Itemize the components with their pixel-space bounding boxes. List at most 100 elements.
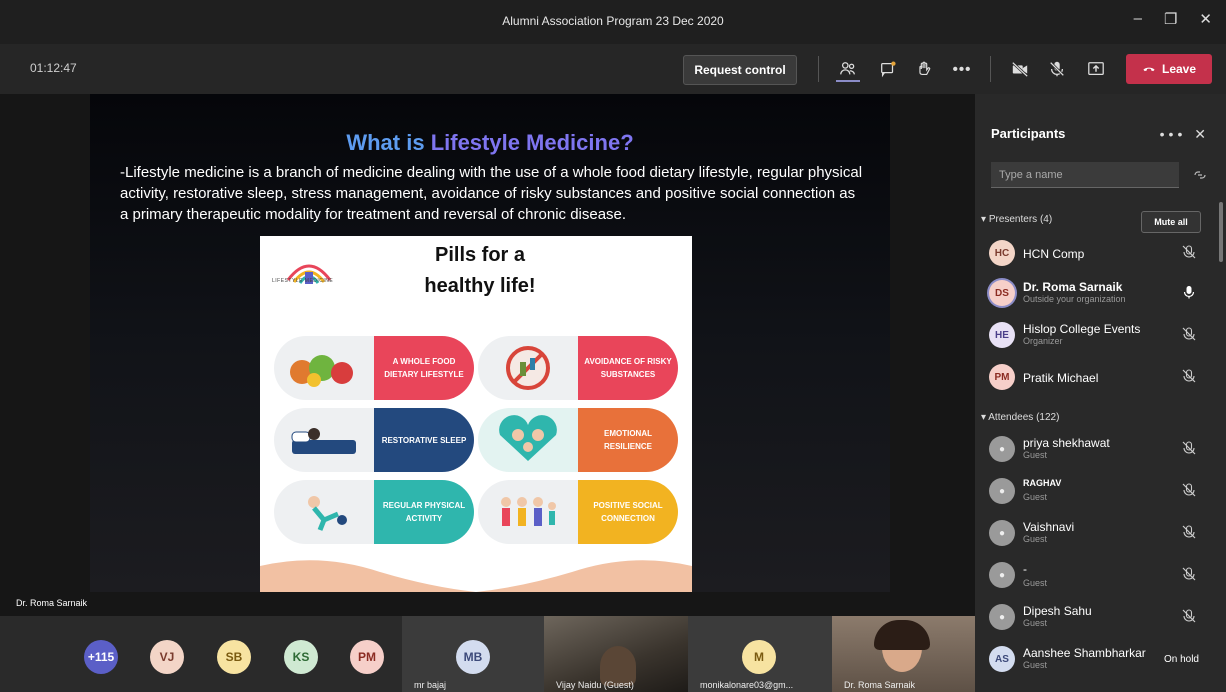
share-invite-icon[interactable] [1193, 168, 1207, 182]
avatar: HC [989, 240, 1015, 266]
participant-name: Dr. Roma Sarnaik [1023, 280, 1123, 294]
on-hold-status: On hold [1163, 654, 1199, 665]
participant-name: priya shekhawat [1023, 436, 1110, 450]
meeting-toolbar: 01:12:47 Request control ••• Leave [0, 44, 1226, 94]
mic-off-icon[interactable] [1181, 440, 1197, 456]
mute-all-button[interactable]: Mute all [1141, 211, 1201, 233]
toolbar-divider [818, 56, 819, 82]
panel-scrollbar[interactable] [1219, 202, 1223, 262]
mic-off-icon[interactable] [1181, 244, 1197, 260]
person-icon: ● [989, 604, 1015, 630]
participants-panel: Participants ••• ✕ ▾ Presenters (4) Mute… [975, 94, 1226, 692]
participant-row[interactable]: ● Vaishnavi Guest [989, 516, 1209, 552]
participant-row[interactable]: ● Dipesh Sahu Guest [989, 600, 1209, 636]
mic-off-icon[interactable] [1181, 368, 1197, 384]
participant-subtitle: Guest [1023, 534, 1048, 544]
video-tile[interactable]: M monikalonare03@gm... [688, 616, 832, 692]
slide-title-suffix: Lifestyle Medicine? [430, 130, 634, 155]
title-bar: Alumni Association Program 23 Dec 2020 –… [0, 0, 1226, 44]
avatar[interactable]: KS [284, 640, 318, 674]
mic-off-icon[interactable] [1181, 524, 1197, 540]
avatar[interactable]: SB [217, 640, 251, 674]
participant-name: Pratik Michael [1023, 371, 1099, 385]
participant-name: Vaishnavi [1023, 520, 1075, 534]
participant-row[interactable]: PM Pratik Michael [989, 360, 1209, 396]
vegetables-illustration [274, 336, 374, 400]
participant-row[interactable]: ● - Guest [989, 558, 1209, 594]
participant-subtitle: Guest [1023, 492, 1048, 502]
leave-button[interactable]: Leave [1126, 54, 1212, 84]
video-tile[interactable]: Vijay Naidu (Guest) [544, 616, 688, 692]
more-icon[interactable]: ••• [950, 58, 974, 80]
logo-text: LIFESTYLE MEDICINE [272, 278, 334, 284]
participant-row[interactable]: HE Hislop College Events Organizer [989, 318, 1209, 354]
participants-icon[interactable] [836, 58, 860, 82]
raise-hand-icon[interactable] [912, 58, 936, 80]
presenters-section[interactable]: ▾ Presenters (4) [981, 214, 1052, 225]
overflow-participants-badge[interactable]: +115 [84, 640, 118, 674]
sleep-illustration [274, 408, 374, 472]
avatar: HE [989, 322, 1015, 348]
participant-row[interactable]: ● priya shekhawat Guest [989, 432, 1209, 468]
presentation-slide: What is Lifestyle Medicine? -Lifestyle m… [90, 94, 890, 592]
pill-resilience: EMOTIONAL RESILIENCE [478, 408, 678, 472]
avatar: M [742, 640, 776, 674]
avatar: DS [989, 280, 1015, 306]
participant-search-input[interactable] [991, 162, 1179, 188]
mic-off-icon[interactable] [1045, 58, 1069, 80]
window-controls: – ❐ ✕ [1134, 10, 1212, 28]
avatar: AS [989, 646, 1015, 672]
avatar[interactable]: PM [350, 640, 384, 674]
participant-name: Aanshee Shambharkar [1023, 646, 1146, 660]
panel-actions: ••• ✕ [1160, 126, 1206, 143]
avatar: PM [989, 364, 1015, 390]
poster-title-line2: healthy life! [424, 275, 536, 297]
panel-title: Participants [991, 126, 1066, 141]
mic-off-icon[interactable] [1181, 566, 1197, 582]
attendees-section[interactable]: ▾ Attendees (122) [981, 412, 1059, 423]
person-icon: ● [989, 436, 1015, 462]
slide-title-prefix: What is [346, 130, 431, 155]
camera-off-icon[interactable] [1008, 58, 1032, 80]
person-icon: ● [989, 520, 1015, 546]
attendees-heading: Attendees (122) [988, 412, 1060, 423]
slide-title: What is Lifestyle Medicine? [90, 130, 890, 156]
avatar[interactable]: VJ [150, 640, 184, 674]
minimize-icon[interactable]: – [1134, 10, 1142, 28]
participant-row[interactable]: HC HCN Comp [989, 236, 1209, 272]
slide-body-text: -Lifestyle medicine is a branch of medic… [120, 164, 863, 223]
participant-row[interactable]: AS Aanshee Shambharkar Guest On hold [989, 642, 1209, 678]
close-icon[interactable]: ✕ [1199, 10, 1212, 28]
participant-subtitle: Outside your organization [1023, 294, 1126, 304]
tile-name: monikalonare03@gm... [700, 680, 794, 690]
family-illustration [478, 408, 578, 472]
share-tray-icon[interactable] [1084, 58, 1108, 80]
pill-avoidance: AVOIDANCE OF RISKY SUBSTANCES [478, 336, 678, 400]
chat-icon[interactable] [876, 58, 900, 80]
meeting-timer: 01:12:47 [30, 61, 77, 75]
request-control-button[interactable]: Request control [683, 55, 797, 85]
more-options-icon[interactable]: ••• [1160, 126, 1187, 142]
restore-icon[interactable]: ❐ [1164, 10, 1177, 28]
pill-sleep: RESTORATIVE SLEEP [274, 408, 474, 472]
window-title: Alumni Association Program 23 Dec 2020 [502, 14, 724, 28]
participant-subtitle: Organizer [1023, 336, 1063, 346]
participant-subtitle: Guest [1023, 578, 1048, 588]
tile-name: mr bajaj [414, 680, 447, 690]
pill-label: A WHOLE FOOD DIETARY LIFESTYLE [374, 336, 474, 400]
participant-row[interactable]: DS Dr. Roma Sarnaik Outside your organiz… [989, 276, 1209, 312]
video-tile[interactable]: MB mr bajaj [402, 616, 544, 692]
leave-label: Leave [1161, 62, 1197, 76]
pill-label: RESTORATIVE SLEEP [374, 408, 474, 472]
mic-on-icon[interactable] [1181, 284, 1197, 300]
mic-off-icon[interactable] [1181, 326, 1197, 342]
mic-off-icon[interactable] [1181, 608, 1197, 624]
poster-title-line1: Pills for a [434, 244, 526, 266]
video-tile[interactable]: Dr. Roma Sarnaik [832, 616, 975, 692]
participant-row[interactable]: ● RAGHAV Guest [989, 474, 1209, 510]
hang-up-icon [1143, 67, 1155, 72]
close-panel-icon[interactable]: ✕ [1194, 126, 1206, 142]
toolbar-divider [990, 56, 991, 82]
presenters-heading: Presenters (4) [988, 214, 1053, 225]
mic-off-icon[interactable] [1181, 482, 1197, 498]
